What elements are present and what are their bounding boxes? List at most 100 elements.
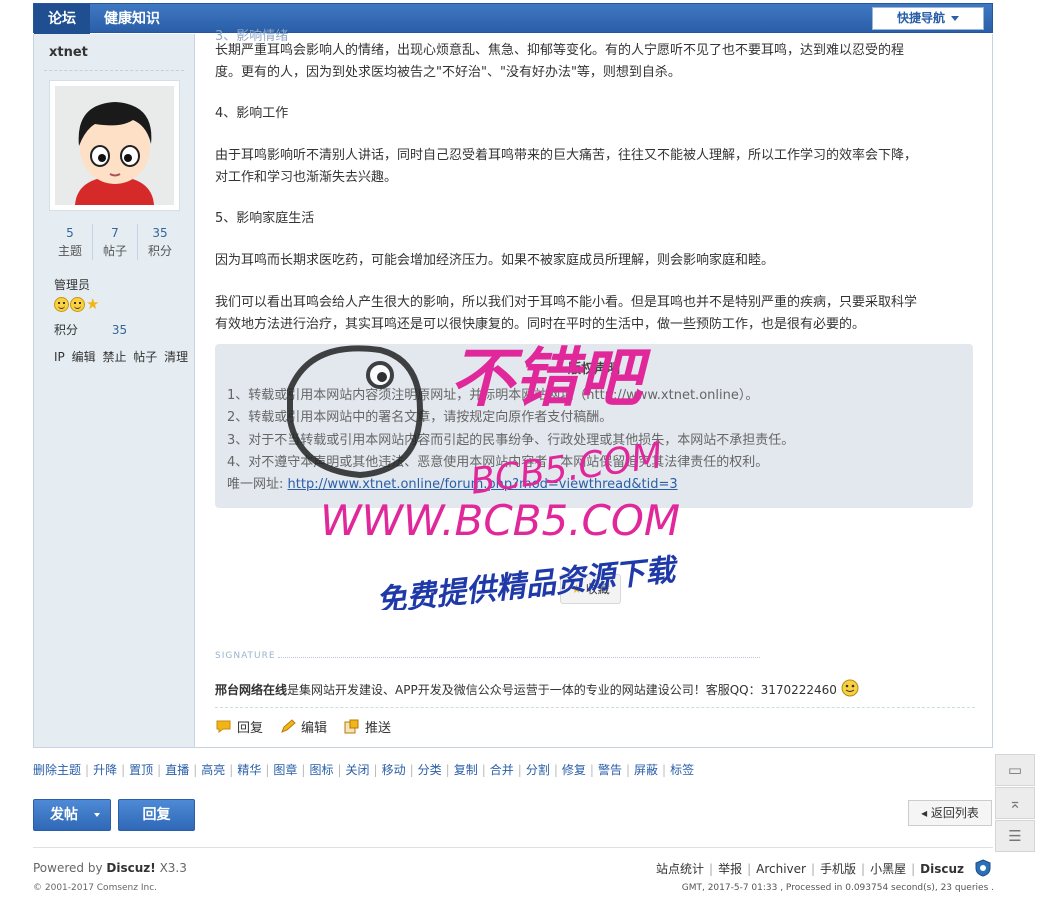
modbar-item[interactable]: 警告 bbox=[598, 763, 622, 777]
edit-action[interactable]: 编辑 bbox=[279, 717, 327, 736]
modbar-item[interactable]: 关闭 bbox=[346, 763, 370, 777]
processing-stats: GMT, 2017-5-7 01:33 , Processed in 0.093… bbox=[681, 883, 994, 893]
footer-link-stats[interactable]: 站点统计 bbox=[656, 862, 704, 876]
modbar-separator: | bbox=[157, 763, 162, 777]
modbar-separator: | bbox=[301, 763, 306, 777]
tab-health[interactable]: 健康知识 bbox=[90, 4, 174, 34]
push-action[interactable]: 推送 bbox=[343, 717, 391, 736]
footer-separator: | bbox=[747, 862, 752, 876]
back-to-list-button[interactable]: ◂ 返回列表 bbox=[908, 800, 992, 826]
modbar-item[interactable]: 移动 bbox=[382, 763, 406, 777]
powered-by: Powered by Discuz! X3.3 bbox=[33, 861, 187, 875]
modbar-item[interactable]: 分类 bbox=[418, 763, 442, 777]
copyright-notice: 版权声明 1、转载或引用本网站内容须注明原网址，并标明本网站网址（http://… bbox=[215, 344, 973, 508]
thread-url-link[interactable]: http://www.xtnet.online/forum.php?mod=vi… bbox=[288, 477, 678, 492]
author-stats: 5 主题 7 帖子 35 积分 bbox=[48, 224, 182, 260]
modbar-item[interactable]: 分割 bbox=[526, 763, 550, 777]
footer-link-mobile[interactable]: 手机版 bbox=[820, 862, 856, 876]
user-group[interactable]: 管理员 bbox=[54, 276, 90, 293]
modbar-separator: | bbox=[589, 763, 594, 777]
footer-separator: | bbox=[861, 862, 866, 876]
modbar-separator: | bbox=[481, 763, 486, 777]
stat-points-label: 积分 bbox=[147, 244, 172, 258]
new-post-button[interactable]: 发帖 bbox=[33, 799, 111, 831]
modbar-separator: | bbox=[229, 763, 234, 777]
modbar-item[interactable]: 屏蔽 bbox=[634, 763, 658, 777]
smiley-icon bbox=[54, 297, 69, 312]
star-icon: ★ bbox=[571, 582, 582, 596]
modbar-item[interactable]: 置顶 bbox=[129, 763, 153, 777]
modbar-item[interactable]: 精华 bbox=[237, 763, 261, 777]
admin-link-ip[interactable]: IP bbox=[54, 350, 65, 364]
avatar[interactable] bbox=[49, 80, 180, 211]
notice-line: 2、转载或引用本网站中的署名文章，请按规定向原作者支付稿酬。 bbox=[227, 410, 613, 425]
post-paragraph: 我们可以看出耳鸣会给人产生很大的影响，所以我们对于耳鸣不能小看。但是耳鸣也并不是… bbox=[215, 295, 918, 310]
points-value: 35 bbox=[111, 323, 128, 337]
list-icon[interactable]: ☰ bbox=[995, 820, 1035, 852]
stat-threads[interactable]: 5 主题 bbox=[48, 224, 93, 260]
avatar-cartoon-icon bbox=[55, 86, 174, 205]
author-sidebar: xtnet 5 主题 7 帖子 35 积分 管理员 ★ 积分 35 IP 编辑 … bbox=[34, 34, 195, 747]
speech-bubble-icon bbox=[216, 720, 231, 733]
modbar-separator: | bbox=[337, 763, 342, 777]
modbar-item[interactable]: 修复 bbox=[562, 763, 586, 777]
modbar-item[interactable]: 图标 bbox=[309, 763, 333, 777]
modbar-separator: | bbox=[265, 763, 270, 777]
admin-link-posts[interactable]: 帖子 bbox=[133, 350, 157, 364]
tab-forum[interactable]: 论坛 bbox=[34, 4, 90, 34]
back-to-top-icon[interactable]: ⌅ bbox=[995, 787, 1035, 819]
reply-action[interactable]: 回复 bbox=[215, 717, 263, 736]
footer-divider bbox=[33, 847, 993, 848]
copyright: © 2001-2017 Comsenz Inc. bbox=[33, 883, 158, 893]
avatar-image bbox=[55, 86, 174, 205]
stat-points[interactable]: 35 积分 bbox=[138, 224, 182, 260]
footer-link-archiver[interactable]: Archiver bbox=[756, 862, 806, 876]
pencil-icon bbox=[281, 719, 296, 733]
chevron-down-icon bbox=[94, 813, 100, 817]
modbar-separator: | bbox=[553, 763, 558, 777]
chevron-down-icon bbox=[951, 16, 959, 21]
modbar-separator: | bbox=[662, 763, 667, 777]
powered-brand[interactable]: Discuz! bbox=[106, 861, 155, 875]
footer-brand[interactable]: Discuz bbox=[920, 862, 964, 876]
modbar-separator: | bbox=[409, 763, 414, 777]
admin-link-clean[interactable]: 清理 bbox=[164, 350, 188, 364]
notice-url-row: 唯一网址: http://www.xtnet.online/forum.php?… bbox=[227, 474, 678, 496]
footer-separator: | bbox=[911, 862, 916, 876]
post-paragraph: 5、影响家庭生活 bbox=[215, 211, 315, 226]
comment-icon[interactable]: ▭ bbox=[995, 754, 1035, 786]
modbar-item[interactable]: 直播 bbox=[165, 763, 189, 777]
footer-link-blackroom[interactable]: 小黑屋 bbox=[870, 862, 906, 876]
reply-button[interactable]: 回复 bbox=[118, 799, 195, 831]
modbar-item[interactable]: 高亮 bbox=[201, 763, 225, 777]
admin-link-edit[interactable]: 编辑 bbox=[72, 350, 96, 364]
modbar-item[interactable]: 升降 bbox=[93, 763, 117, 777]
signature-divider bbox=[278, 657, 760, 658]
shield-icon[interactable] bbox=[975, 859, 991, 877]
new-post-label: 发帖 bbox=[50, 807, 78, 823]
modbar-item[interactable]: 标签 bbox=[670, 763, 694, 777]
signature-heading: SIGNATURE bbox=[215, 651, 276, 661]
stat-posts[interactable]: 7 帖子 bbox=[93, 224, 138, 260]
push-icon bbox=[344, 719, 359, 734]
modbar-item[interactable]: 图章 bbox=[273, 763, 297, 777]
sidebar-divider bbox=[44, 70, 184, 71]
modbar-item[interactable]: 合并 bbox=[490, 763, 514, 777]
post-actions: 回复 编辑 推送 bbox=[215, 717, 391, 736]
notice-line: 1、转载或引用本网站内容须注明原网址，并标明本网站网址（http://www.x… bbox=[227, 388, 759, 403]
modbar-item[interactable]: 复制 bbox=[454, 763, 478, 777]
author-name[interactable]: xtnet bbox=[49, 45, 88, 60]
favorite-button[interactable]: ★ 收藏 bbox=[560, 574, 621, 604]
notice-line: 3、对于不当转载或引用本网站内容而引起的民事纷争、行政处理或其他损失，本网站不承… bbox=[227, 433, 795, 448]
points-row: 积分 35 bbox=[54, 321, 127, 338]
modbar-item[interactable]: 删除主题 bbox=[33, 763, 81, 777]
footer-separator: | bbox=[810, 862, 816, 876]
back-to-list-label: 返回列表 bbox=[930, 806, 979, 820]
footer-link-report[interactable]: 举报 bbox=[718, 862, 742, 876]
admin-link-ban[interactable]: 禁止 bbox=[102, 350, 126, 364]
notice-title: 版权声明 bbox=[567, 362, 620, 377]
modbar-separator: | bbox=[373, 763, 378, 777]
side-toolbar: ▭ ⌅ ☰ bbox=[995, 754, 1035, 853]
star-icon: ★ bbox=[86, 295, 100, 313]
notice-line: 4、对不遵守本声明或其他违法、恶意使用本网站内容者，本网站保留追究其法律责任的权… bbox=[227, 455, 769, 470]
